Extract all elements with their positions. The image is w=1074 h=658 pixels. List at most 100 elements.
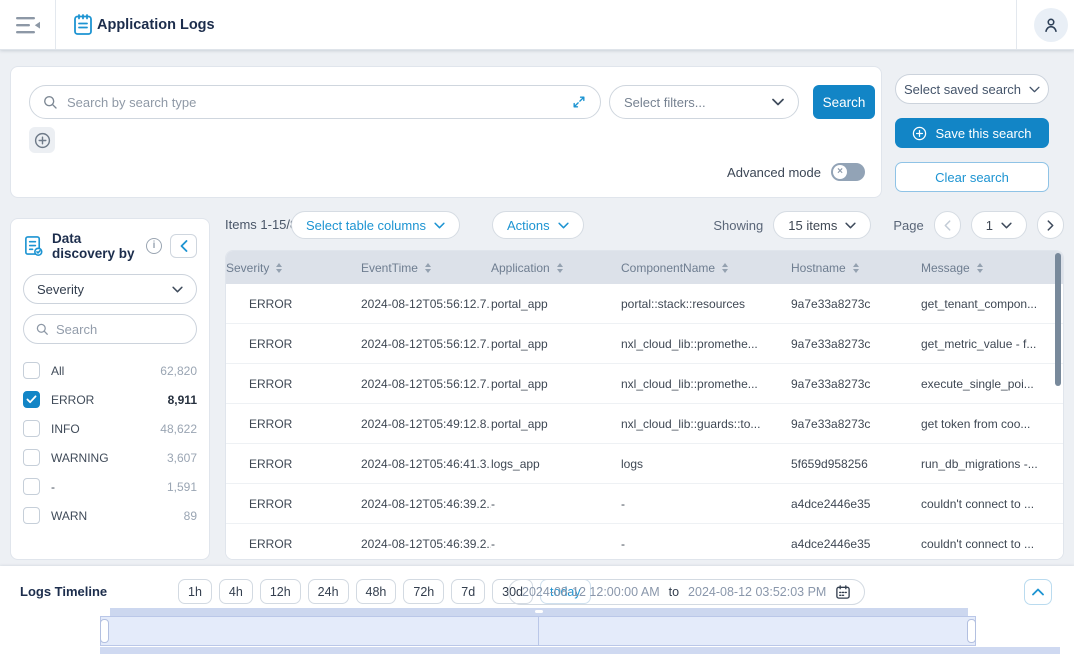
collapse-timeline-button[interactable] bbox=[1024, 579, 1052, 605]
facet-count: 1,591 bbox=[167, 480, 197, 494]
chevron-down-icon bbox=[1029, 86, 1040, 93]
prev-page-button[interactable] bbox=[934, 211, 961, 239]
sort-icon[interactable] bbox=[722, 263, 728, 273]
sort-icon[interactable] bbox=[853, 263, 859, 273]
facet-row[interactable]: WARNING 3,607 bbox=[23, 443, 197, 472]
page-size-value: 15 items bbox=[788, 218, 837, 233]
facet-field-select[interactable]: Severity bbox=[23, 274, 197, 304]
sort-icon[interactable] bbox=[425, 263, 431, 273]
collapse-sidebar-button[interactable] bbox=[170, 234, 197, 258]
table-row[interactable]: ERROR 2024-08-12T05:46:39.2... - - a4dce… bbox=[226, 524, 1063, 560]
column-header-label: Application bbox=[491, 261, 550, 275]
cell-message: get_tenant_compon... bbox=[921, 297, 1063, 311]
column-header[interactable]: Severity bbox=[226, 261, 361, 275]
filters-select[interactable]: Select filters... bbox=[609, 85, 799, 119]
facet-label: All bbox=[51, 364, 160, 378]
user-avatar-button[interactable] bbox=[1034, 8, 1068, 42]
sort-icon[interactable] bbox=[977, 263, 983, 273]
column-header[interactable]: EventTime bbox=[361, 261, 491, 275]
cell-message: run_db_migrations -... bbox=[921, 457, 1063, 471]
column-header-label: EventTime bbox=[361, 261, 418, 275]
search-panel: Select filters... Search Advanced mode × bbox=[10, 66, 882, 198]
expand-search-icon[interactable] bbox=[570, 93, 588, 111]
range-button[interactable]: 12h bbox=[260, 579, 301, 604]
facet-checkbox[interactable] bbox=[23, 478, 40, 495]
sort-icon[interactable] bbox=[276, 263, 282, 273]
range-button[interactable]: 72h bbox=[403, 579, 444, 604]
header-divider bbox=[1016, 0, 1017, 49]
timeline-title: Logs Timeline bbox=[20, 584, 107, 599]
facet-row[interactable]: All 62,820 bbox=[23, 356, 197, 385]
save-search-button[interactable]: Save this search bbox=[895, 118, 1049, 148]
table-row[interactable]: ERROR 2024-08-12T05:49:12.8... portal_ap… bbox=[226, 404, 1063, 444]
cell-application: - bbox=[491, 497, 621, 511]
cell-hostname: a4dce2446e35 bbox=[791, 537, 921, 551]
facet-row[interactable]: ERROR 8,911 bbox=[23, 385, 197, 414]
column-header-label: Hostname bbox=[791, 261, 846, 275]
table-scrollbar[interactable] bbox=[1055, 253, 1061, 386]
next-page-button[interactable] bbox=[1037, 211, 1064, 239]
table-row[interactable]: ERROR 2024-08-12T05:56:12.7... portal_ap… bbox=[226, 364, 1063, 404]
clear-search-button[interactable]: Clear search bbox=[895, 162, 1049, 192]
showing-label: Showing bbox=[713, 218, 763, 233]
advanced-mode-toggle[interactable]: × bbox=[831, 163, 865, 181]
column-header-label: Message bbox=[921, 261, 970, 275]
facet-checkbox[interactable] bbox=[23, 362, 40, 379]
select-columns-button[interactable]: Select table columns bbox=[291, 211, 460, 239]
column-header[interactable]: ComponentName bbox=[621, 261, 791, 275]
actions-button[interactable]: Actions bbox=[492, 211, 584, 239]
cell-message: get token from coo... bbox=[921, 417, 1063, 431]
facet-count: 62,820 bbox=[160, 364, 197, 378]
column-header[interactable]: Message bbox=[921, 261, 1063, 275]
facet-search-input[interactable] bbox=[56, 322, 185, 337]
range-button[interactable]: 7d bbox=[451, 579, 485, 604]
range-button[interactable]: 4h bbox=[219, 579, 253, 604]
facet-checkbox[interactable] bbox=[23, 449, 40, 466]
brush-handle-right[interactable] bbox=[967, 619, 976, 643]
timeline-midline bbox=[538, 617, 539, 645]
cell-componentname: nxl_cloud_lib::promethe... bbox=[621, 337, 791, 351]
table-row[interactable]: ERROR 2024-08-12T05:56:12.7... portal_ap… bbox=[226, 324, 1063, 364]
cell-message: execute_single_poi... bbox=[921, 377, 1063, 391]
chevron-up-icon bbox=[1032, 588, 1044, 596]
range-button[interactable]: 24h bbox=[308, 579, 349, 604]
data-discovery-panel: Data discovery by i Severity All 62,820 bbox=[10, 218, 210, 560]
toggle-off-x-icon: × bbox=[833, 165, 847, 179]
cell-componentname: nxl_cloud_lib::guards::to... bbox=[621, 417, 791, 431]
info-icon[interactable]: i bbox=[146, 238, 162, 254]
facet-checkbox[interactable] bbox=[23, 420, 40, 437]
data-discovery-title: Data discovery by bbox=[52, 231, 146, 261]
timeline-brush[interactable] bbox=[100, 616, 976, 646]
facet-count: 8,911 bbox=[168, 393, 197, 407]
cell-message: couldn't connect to ... bbox=[921, 497, 1063, 511]
range-button[interactable]: 1h bbox=[178, 579, 212, 604]
menu-collapse-icon[interactable] bbox=[16, 16, 41, 35]
add-criteria-button[interactable] bbox=[29, 127, 55, 153]
chevron-down-icon bbox=[558, 222, 569, 229]
column-header[interactable]: Hostname bbox=[791, 261, 921, 275]
table-row[interactable]: ERROR 2024-08-12T05:56:12.7... portal_ap… bbox=[226, 284, 1063, 324]
facet-checkbox[interactable] bbox=[23, 391, 40, 408]
search-button[interactable]: Search bbox=[813, 85, 875, 119]
column-header[interactable]: Application bbox=[491, 261, 621, 275]
brush-handle-left[interactable] bbox=[100, 619, 109, 643]
page-size-select[interactable]: 15 items bbox=[773, 211, 871, 239]
cell-hostname: 9a7e33a8273c bbox=[791, 297, 921, 311]
sort-icon[interactable] bbox=[557, 263, 563, 273]
page-number-select[interactable]: 1 bbox=[971, 211, 1027, 239]
table-row[interactable]: ERROR 2024-08-12T05:46:41.3... logs_app … bbox=[226, 444, 1063, 484]
cell-eventtime: 2024-08-12T05:46:39.2... bbox=[361, 497, 491, 511]
range-button[interactable]: 48h bbox=[356, 579, 397, 604]
facet-checkbox[interactable] bbox=[23, 507, 40, 524]
search-input[interactable] bbox=[67, 95, 570, 110]
date-range-picker[interactable]: 2024-08-12 12:00:00 AM to 2024-08-12 03:… bbox=[508, 579, 865, 605]
table-row[interactable]: ERROR 2024-08-12T05:46:39.2... - - a4dce… bbox=[226, 484, 1063, 524]
facet-row[interactable]: WARN 89 bbox=[23, 501, 197, 530]
timeline-minimap[interactable] bbox=[110, 608, 968, 616]
cell-message: get_metric_value - f... bbox=[921, 337, 1063, 351]
table-body: ERROR 2024-08-12T05:56:12.7... portal_ap… bbox=[226, 284, 1063, 560]
facet-row[interactable]: INFO 48,622 bbox=[23, 414, 197, 443]
facet-row[interactable]: - 1,591 bbox=[23, 472, 197, 501]
saved-search-select[interactable]: Select saved search bbox=[895, 74, 1049, 104]
cell-hostname: 9a7e33a8273c bbox=[791, 377, 921, 391]
